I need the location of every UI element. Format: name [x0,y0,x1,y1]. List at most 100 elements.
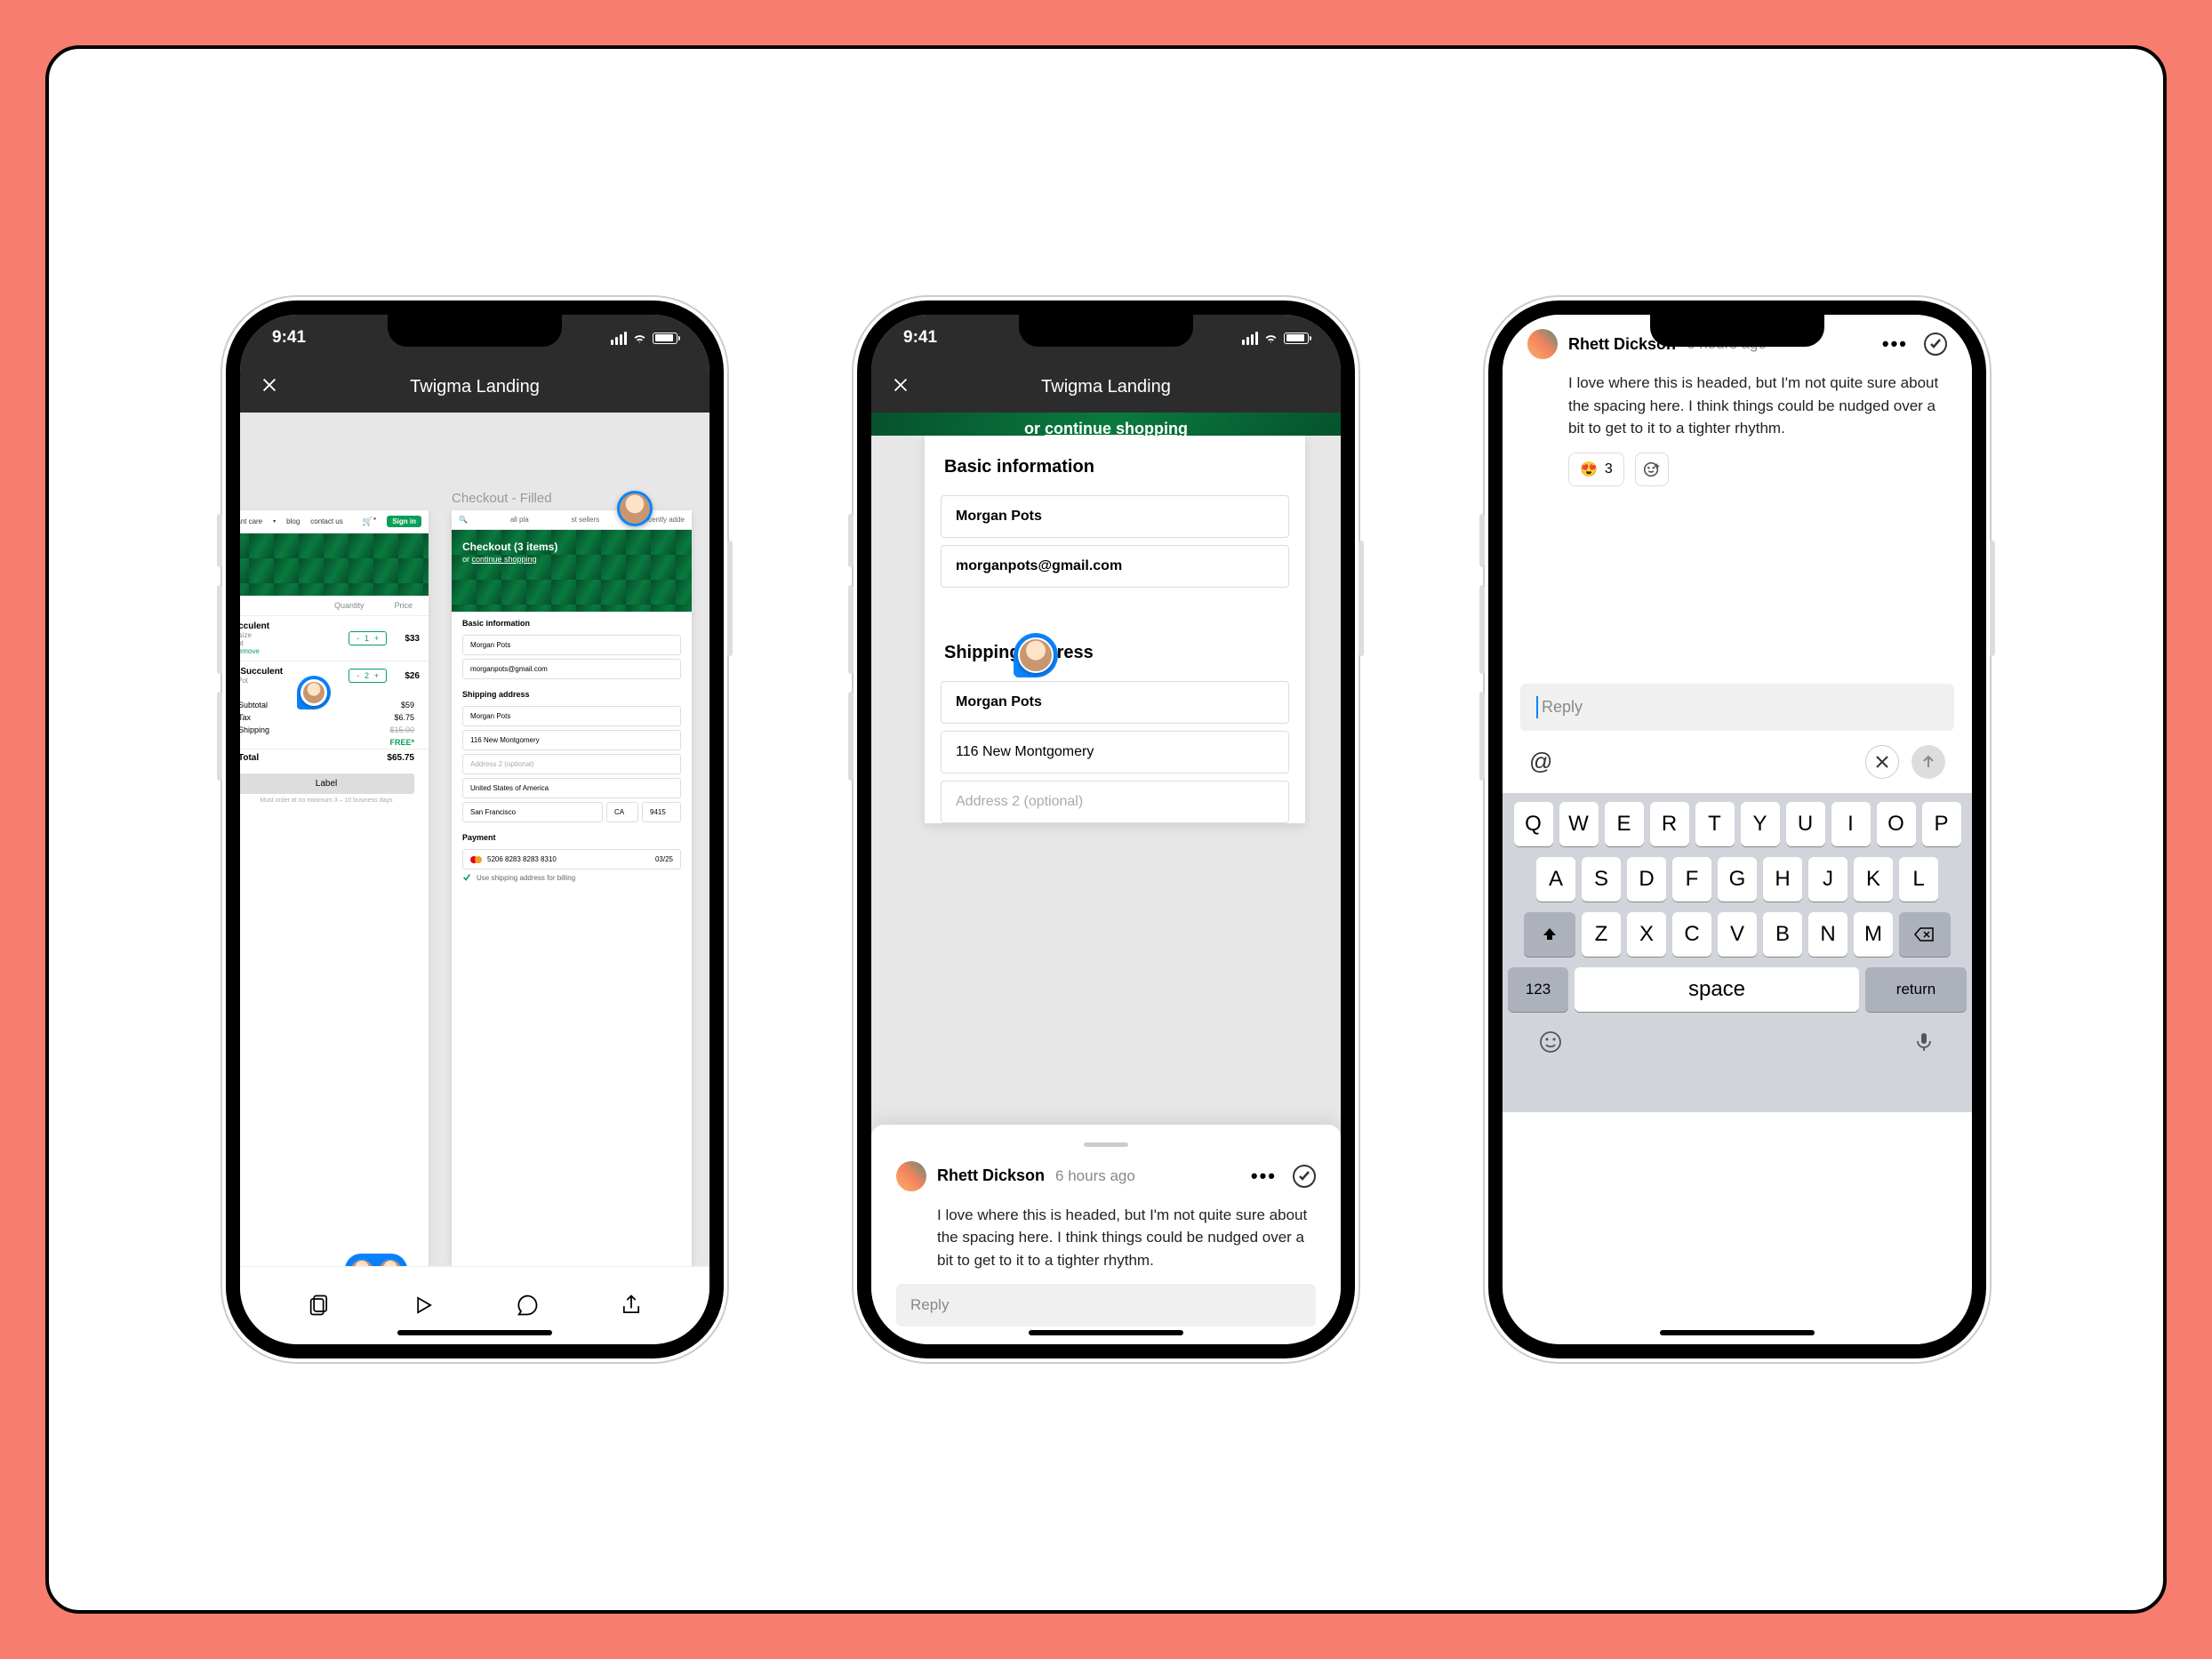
key-b[interactable]: B [1763,912,1802,957]
key-r[interactable]: R [1650,802,1689,846]
signin-button[interactable]: Sign in [387,516,421,527]
collaborator-avatar[interactable] [617,491,653,526]
home-indicator[interactable] [397,1330,552,1335]
address-field[interactable]: 116 New Montgomery [462,730,681,750]
emoji-key[interactable] [1538,1030,1563,1059]
key-v[interactable]: V [1718,912,1757,957]
comment-icon[interactable] [515,1293,540,1322]
billing-checkbox[interactable]: Use shipping address for billing [462,873,681,882]
mention-button[interactable]: @ [1529,748,1552,775]
resolve-icon[interactable] [1293,1165,1316,1188]
state-field[interactable]: CA [606,802,638,822]
remove-link[interactable]: Remove [240,647,349,655]
collaborator-group[interactable] [345,1254,407,1266]
name-field[interactable]: Morgan Pots [941,495,1289,538]
key-o[interactable]: O [1877,802,1916,846]
key-c[interactable]: C [1672,912,1711,957]
key-u[interactable]: U [1786,802,1825,846]
key-x[interactable]: X [1627,912,1666,957]
resolve-icon[interactable] [1924,333,1947,356]
key-a[interactable]: A [1536,857,1575,902]
key-j[interactable]: J [1808,857,1847,902]
site-nav: plant care▾ blog contact us 🛒● Sign in [240,510,429,533]
home-indicator[interactable] [1660,1330,1815,1335]
quantity-stepper[interactable]: - 2 + [349,669,387,683]
reply-input[interactable]: Reply [1520,684,1954,731]
send-button[interactable] [1911,745,1945,779]
cart-icon[interactable]: 🛒● [362,517,376,526]
page-title: Twigma Landing [1041,377,1171,397]
avatar [1527,329,1558,359]
reply-toolbar: @ [1503,731,1972,793]
inner-frame: 9:41 Twigma Landing plant care▾ blog con… [45,45,2167,1614]
shift-key[interactable] [1524,912,1575,957]
collaborator-cursor[interactable] [297,676,331,709]
reaction-chip[interactable]: 😍 3 [1568,453,1624,486]
email-field[interactable]: morganpots@gmail.com [941,545,1289,588]
design-detail[interactable]: Basic information Morgan Pots morganpots… [871,436,1341,1019]
key-k[interactable]: K [1854,857,1893,902]
artboard-cart[interactable]: plant care▾ blog contact us 🛒● Sign in Q… [240,510,429,1266]
pages-icon[interactable] [307,1293,332,1322]
label-button[interactable]: Label [240,773,414,794]
more-icon[interactable]: ••• [1251,1165,1277,1188]
share-icon[interactable] [619,1293,644,1322]
backspace-key[interactable] [1899,912,1951,957]
add-reaction-button[interactable] [1635,453,1669,486]
return-key[interactable]: return [1865,967,1967,1012]
reply-input[interactable]: Reply [896,1284,1316,1326]
close-icon[interactable] [891,373,910,401]
more-icon[interactable]: ••• [1882,333,1908,356]
artboard-title: Checkout - Filled [452,491,552,506]
design-canvas[interactable]: plant care▾ blog contact us 🛒● Sign in Q… [240,413,709,1266]
play-icon[interactable] [411,1293,436,1322]
close-icon[interactable] [260,373,279,401]
key-t[interactable]: T [1695,802,1735,846]
section-heading: Basic information [452,612,692,631]
country-field[interactable]: United States of America [462,778,681,798]
artboard-checkout[interactable]: Checkout - Filled 🔍 all pla st sellers r… [452,510,692,1266]
address2-field[interactable]: Address 2 (optional) [462,754,681,774]
key-l[interactable]: L [1899,857,1938,902]
key-w[interactable]: W [1559,802,1599,846]
card-field[interactable]: 5206 8283 8283 8310 03/25 [462,849,681,870]
shipping-name-field[interactable]: Morgan Pots [941,681,1289,724]
mic-key[interactable] [1911,1030,1936,1059]
key-y[interactable]: Y [1741,802,1780,846]
nav-link[interactable]: contact us [310,517,342,525]
nav-link[interactable]: blog [286,517,300,525]
key-p[interactable]: P [1922,802,1961,846]
key-q[interactable]: Q [1514,802,1553,846]
zip-field[interactable]: 9415 [642,802,681,822]
name-field[interactable]: Morgan Pots [462,635,681,655]
key-h[interactable]: H [1763,857,1802,902]
key-d[interactable]: D [1627,857,1666,902]
key-i[interactable]: I [1831,802,1871,846]
key-g[interactable]: G [1718,857,1757,902]
comment-time: 6 hours ago [1055,1167,1135,1185]
address-field[interactable]: 116 New Montgomery [941,731,1289,773]
key-m[interactable]: M [1854,912,1893,957]
cancel-button[interactable] [1865,745,1899,779]
wifi-icon [632,333,647,344]
email-field[interactable]: morganpots@gmail.com [462,659,681,679]
city-field[interactable]: San Francisco [462,802,603,822]
shipping-name-field[interactable]: Morgan Pots [462,706,681,726]
key-s[interactable]: S [1582,857,1621,902]
key-f[interactable]: F [1672,857,1711,902]
key-e[interactable]: E [1605,802,1644,846]
address2-field[interactable]: Address 2 (optional) [941,781,1289,823]
continue-shopping-link[interactable]: continue shopping [1045,420,1188,437]
key-z[interactable]: Z [1582,912,1621,957]
space-key[interactable]: space [1575,967,1859,1012]
key-n[interactable]: N [1808,912,1847,957]
drag-handle[interactable] [1084,1142,1128,1147]
quantity-stepper[interactable]: - 1 + [349,631,387,645]
search-icon[interactable]: 🔍 [459,516,468,524]
home-indicator[interactable] [1029,1330,1183,1335]
comment-pin[interactable] [1014,633,1058,677]
continue-shopping-link[interactable]: continue shopping [472,555,537,564]
nav-link[interactable]: plant care [240,517,262,525]
numbers-key[interactable]: 123 [1508,967,1568,1012]
avatar [896,1161,926,1191]
